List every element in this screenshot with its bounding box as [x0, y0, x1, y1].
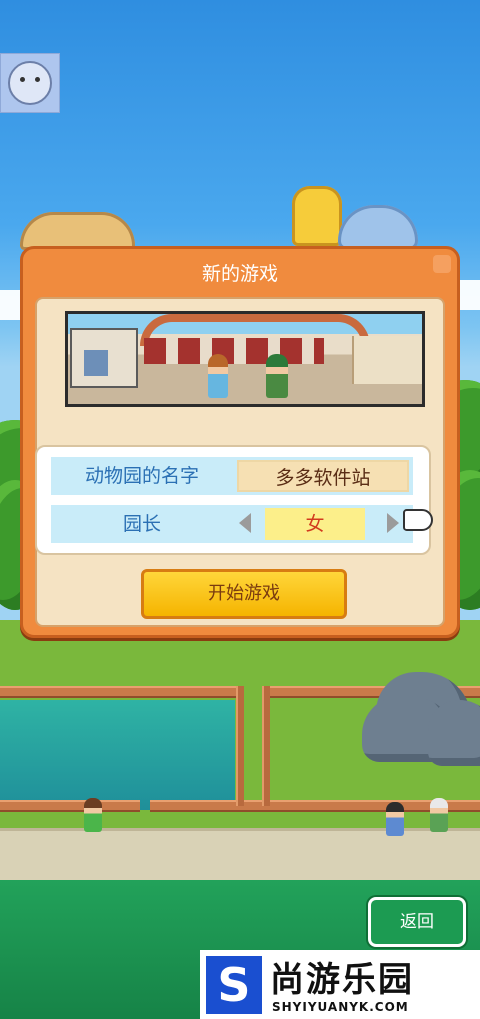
water-pool — [0, 700, 235, 810]
director-row: 园长 女 — [51, 505, 413, 543]
back-button[interactable]: 返回 — [368, 897, 466, 947]
safari-hat-decoration — [20, 212, 135, 250]
previous-arrow-icon[interactable] — [239, 513, 251, 533]
watermark-logo: S — [206, 956, 262, 1014]
new-game-dialog: 新的游戏 动物园的名字 多多软件站 园长 女 开始游戏 — [20, 246, 460, 638]
giraffe-decoration — [292, 186, 342, 246]
fence-post — [262, 686, 270, 806]
pointing-hand-icon — [403, 509, 433, 531]
zoo-name-label: 动物园的名字 — [84, 465, 199, 487]
zoo-name-row: 动物园的名字 多多软件站 — [51, 457, 413, 495]
fence — [0, 800, 140, 812]
fence-post — [236, 686, 244, 806]
start-game-button[interactable]: 开始游戏 — [141, 569, 347, 619]
fence — [0, 686, 240, 698]
director-gender-value: 女 — [265, 508, 365, 540]
zoo-name-field[interactable]: 多多软件站 — [237, 460, 409, 492]
dialog-content: 动物园的名字 多多软件站 园长 女 开始游戏 — [35, 297, 445, 627]
player-avatar[interactable] — [0, 53, 60, 113]
elephant — [428, 700, 480, 766]
watermark-brand: 尚游乐园 — [270, 960, 414, 1000]
zoo-wall-right — [352, 336, 422, 384]
zoo-settings-form: 动物园的名字 多多软件站 园长 女 — [35, 445, 433, 555]
zoo-preview-image — [65, 311, 425, 407]
avatar-face-icon — [8, 61, 52, 105]
visitor — [84, 798, 102, 832]
visitor — [386, 802, 404, 836]
building-window — [84, 350, 108, 376]
elephant-decoration — [338, 205, 418, 250]
assistant-character — [266, 354, 288, 398]
visitor — [430, 798, 448, 832]
next-arrow-icon[interactable] — [387, 513, 399, 533]
watermark-url: SHYIYUANYK.COM — [272, 1000, 409, 1014]
director-character — [208, 354, 228, 398]
director-label: 园长 — [122, 513, 161, 535]
watermark: S 尚游乐园 SHYIYUANYK.COM — [200, 950, 480, 1019]
zoo-wall — [144, 338, 324, 364]
ticket-building — [70, 328, 138, 388]
dialog-title: 新的游戏 — [201, 263, 278, 285]
walkway — [0, 828, 480, 883]
